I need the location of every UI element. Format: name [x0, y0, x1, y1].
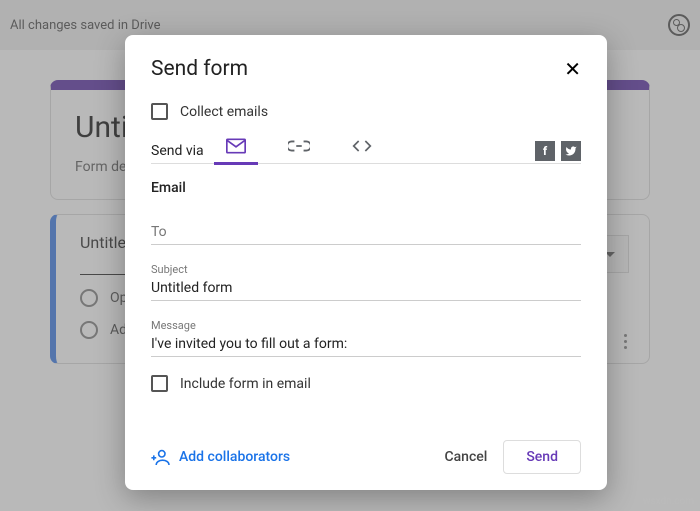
dialog-title: Send form — [151, 57, 248, 81]
include-form-label: Include form in email — [180, 376, 311, 392]
include-form-checkbox[interactable] — [151, 375, 168, 392]
subject-field-wrap: Subject Untitled form — [151, 263, 581, 301]
person-add-icon — [151, 449, 171, 465]
add-collaborators-label: Add collaborators — [179, 449, 290, 465]
link-icon — [288, 140, 310, 152]
send-via-label: Send via — [151, 143, 204, 159]
subject-label: Subject — [151, 263, 581, 276]
send-via-row: Send via f — [151, 138, 581, 164]
message-field-wrap: Message I've invited you to fill out a f… — [151, 319, 581, 357]
to-field[interactable]: To — [151, 220, 581, 245]
watermark: wsxdn.com — [643, 496, 694, 507]
dialog-footer: Add collaborators Cancel Send — [151, 430, 581, 474]
include-form-row[interactable]: Include form in email — [151, 375, 581, 392]
email-section-label: Email — [151, 180, 581, 196]
share-twitter-button[interactable] — [561, 141, 581, 161]
tab-email[interactable] — [226, 138, 246, 164]
share-facebook-button[interactable]: f — [535, 141, 555, 161]
tab-embed[interactable] — [352, 139, 372, 163]
tab-link[interactable] — [288, 140, 310, 162]
embed-icon — [352, 139, 372, 153]
add-collaborators-button[interactable]: Add collaborators — [151, 449, 290, 465]
send-form-dialog: Send form ✕ Collect emails Send via f Em… — [125, 35, 607, 490]
dialog-header: Send form ✕ — [151, 57, 581, 81]
twitter-icon — [565, 145, 577, 157]
message-label: Message — [151, 319, 581, 332]
subject-input[interactable]: Untitled form — [151, 276, 581, 301]
collect-emails-label: Collect emails — [180, 104, 268, 120]
close-icon[interactable]: ✕ — [564, 57, 581, 81]
mail-icon — [226, 138, 246, 154]
cancel-button[interactable]: Cancel — [432, 441, 499, 473]
send-button[interactable]: Send — [503, 440, 581, 474]
collect-emails-checkbox[interactable] — [151, 103, 168, 120]
message-input[interactable]: I've invited you to fill out a form: — [151, 332, 581, 357]
collect-emails-row[interactable]: Collect emails — [151, 103, 581, 120]
